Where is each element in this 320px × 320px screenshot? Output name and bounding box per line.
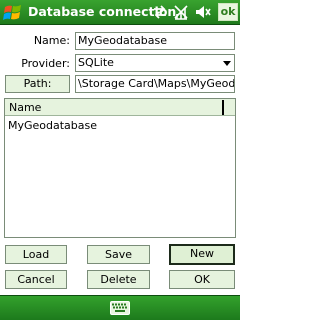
path-field[interactable]: \Storage Card\Maps\MyGeodat [75,75,235,93]
list-header: Name [5,99,235,116]
column-divider[interactable] [222,100,225,115]
windows-start-icon[interactable] [3,3,23,22]
database-list[interactable]: Name MyGeodatabase [4,98,236,238]
list-item[interactable]: MyGeodatabase [8,119,97,133]
column-header-name[interactable]: Name [9,99,41,116]
ok-title-button[interactable]: ok [218,3,238,21]
provider-select[interactable]: SQLite [75,54,235,72]
volume-mute-icon[interactable] [194,3,212,21]
connectivity-icon[interactable] [152,3,168,21]
keyboard-icon[interactable] [110,301,130,315]
chevron-down-icon [223,61,231,66]
name-label: Name: [33,34,70,47]
new-button[interactable]: New [169,244,235,265]
name-field[interactable]: MyGeodatabase [75,32,235,50]
ok-button[interactable]: OK [169,270,235,289]
soft-key-bar [0,295,240,320]
delete-button[interactable]: Delete [87,270,150,289]
provider-selected-value: SQLite [78,56,114,69]
title-bar: Database connection ok [0,0,240,25]
no-signal-icon[interactable] [172,3,190,21]
cancel-button[interactable]: Cancel [5,270,67,289]
save-button[interactable]: Save [87,245,150,264]
load-button[interactable]: Load [5,245,67,264]
provider-label: Provider: [21,57,70,70]
path-button[interactable]: Path: [5,75,70,93]
